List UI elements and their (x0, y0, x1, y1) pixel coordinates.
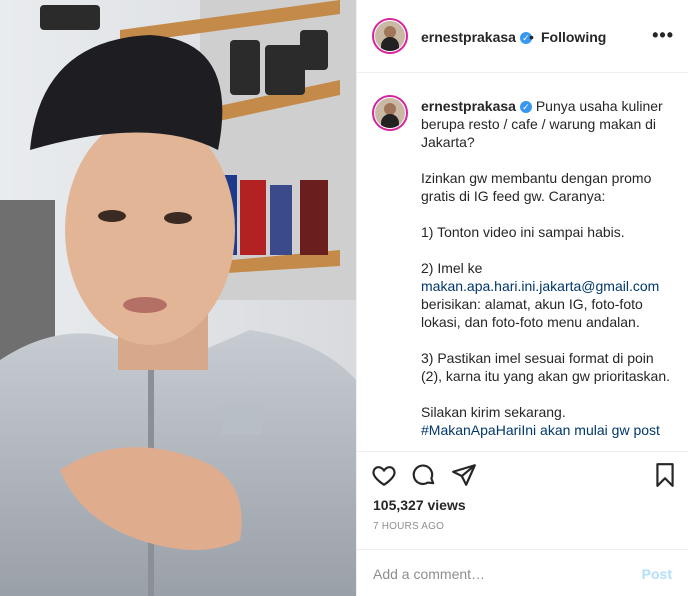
post-actions-bar (357, 451, 688, 495)
comment-input[interactable]: Add a comment… (373, 566, 485, 582)
view-count[interactable]: 105,327 views (373, 497, 466, 513)
header-separator: • (529, 29, 534, 45)
caption-paragraph-6: Silakan kirim sekarang. (421, 404, 566, 420)
comment-icon[interactable] (411, 462, 437, 488)
caption-username[interactable]: ernestprakasa (421, 98, 516, 114)
author-avatar[interactable] (372, 18, 408, 54)
caption-step-2-details: berisikan: alamat, akun IG, foto-foto lo… (421, 296, 647, 330)
post-comment-button[interactable]: Post (642, 566, 672, 582)
post-caption: ernestprakasa ✓ Punya usaha kuliner berup… (421, 97, 671, 439)
following-button[interactable]: Following (541, 29, 606, 45)
caption-step-1: 1) Tonton video ini sampai habis. (421, 224, 625, 240)
caption-step-3: 3) Pastikan imel sesuai format di poin (… (421, 350, 671, 384)
caption-hashtag-line[interactable]: #MakanApaHariIni akan mulai gw post (421, 422, 660, 438)
post-timestamp[interactable]: 7 HOURS AGO (373, 521, 444, 532)
post-video[interactable] (0, 0, 356, 596)
author-username-link[interactable]: ernestprakasa ✓ (421, 29, 532, 47)
post-side-panel: ernestprakasa ✓ • Following ••• ernestpra… (356, 0, 688, 596)
caption-verified-badge-icon: ✓ (519, 101, 532, 114)
heart-icon[interactable] (371, 462, 397, 488)
caption-email-link[interactable]: makan.apa.hari.ini.jakarta@gmail.com (421, 278, 659, 294)
caption-scroll-area[interactable]: ernestprakasa ✓ Punya usaha kuliner berup… (357, 73, 688, 451)
more-options-icon[interactable]: ••• (652, 25, 674, 46)
share-icon[interactable] (451, 462, 477, 488)
post-header: ernestprakasa ✓ • Following ••• (357, 0, 688, 73)
author-username[interactable]: ernestprakasa (421, 29, 516, 45)
comment-bar: Add a comment… Post (357, 549, 688, 596)
video-frame-illustration (0, 0, 356, 596)
caption-paragraph-2: Izinkan gw membantu dengan promo gratis … (421, 170, 656, 204)
bookmark-icon[interactable] (652, 462, 678, 488)
caption-step-2: 2) Imel ke (421, 260, 483, 276)
caption-author-avatar[interactable] (372, 95, 408, 131)
instagram-post-modal: ernestprakasa ✓ • Following ••• ernestpra… (0, 0, 688, 596)
